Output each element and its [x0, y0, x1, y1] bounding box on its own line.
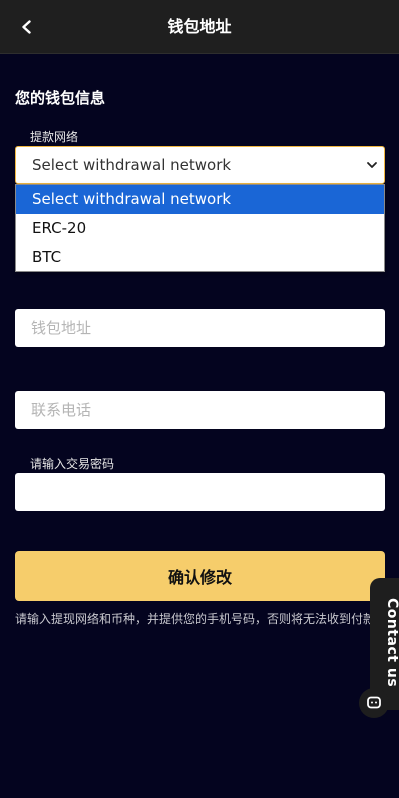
chevron-down-icon — [367, 162, 377, 168]
network-option[interactable]: Select withdrawal network — [16, 185, 384, 214]
chat-button[interactable] — [359, 688, 389, 718]
chat-icon — [367, 696, 381, 709]
network-dropdown: Select withdrawal network ERC-20 BTC — [15, 184, 385, 272]
confirm-button[interactable]: 确认修改 — [15, 551, 385, 601]
hint-text: 请输入提现网络和币种，并提供您的手机号码，否则将无法收到付款 — [15, 612, 376, 626]
page-title: 钱包地址 — [167, 17, 232, 36]
network-label: 提款网络 — [30, 130, 79, 144]
section-title: 您的钱包信息 — [15, 89, 106, 107]
wallet-address-input[interactable] — [15, 309, 385, 347]
network-select-value: Select withdrawal network — [32, 156, 232, 174]
contact-us-label: Contact us — [384, 598, 399, 688]
top-bar: 钱包地址 — [0, 0, 399, 54]
network-option[interactable]: ERC-20 — [16, 214, 384, 243]
phone-input[interactable] — [15, 391, 385, 429]
network-option[interactable]: BTC — [16, 243, 384, 272]
network-select[interactable]: Select withdrawal network — [15, 146, 385, 184]
password-input[interactable] — [15, 473, 385, 511]
password-label: 请输入交易密码 — [30, 457, 115, 471]
